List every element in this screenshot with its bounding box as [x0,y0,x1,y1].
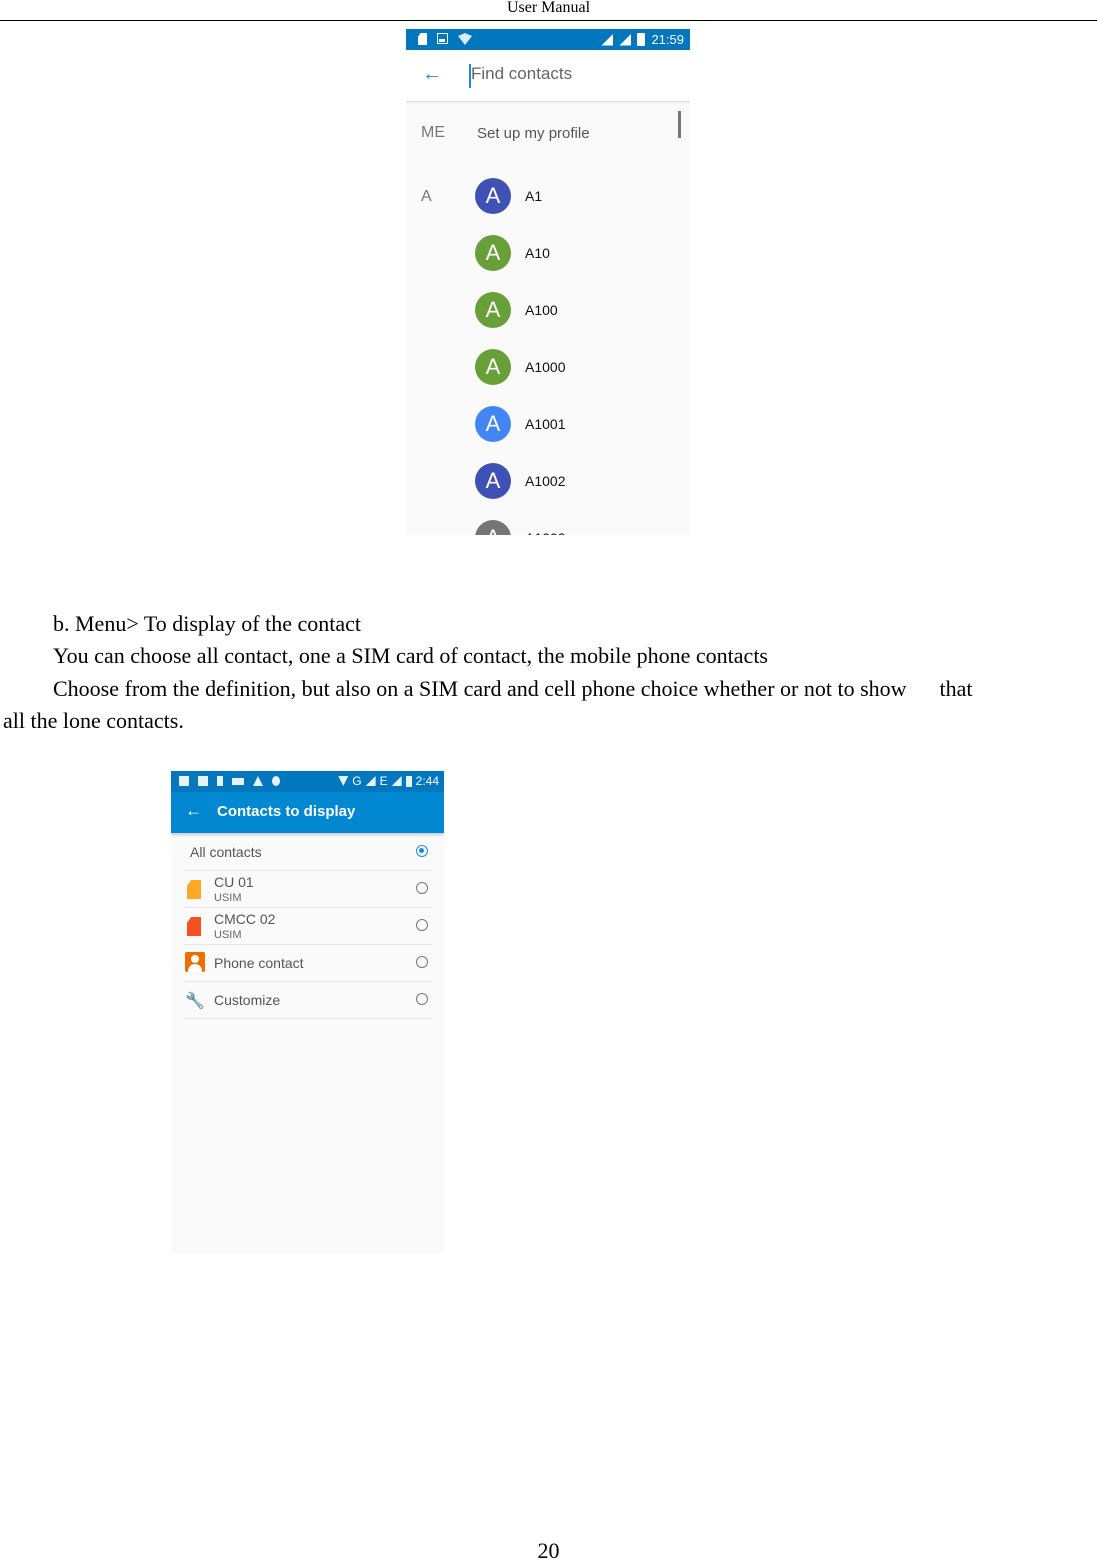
paragraph-line-2: Choose from the definition, but also on … [53,676,973,701]
set-up-profile-link[interactable]: Set up my profile [477,125,590,142]
sd-card-icon [418,33,427,45]
option-label: All contacts [190,844,262,860]
contact-item[interactable]: A A1002 [475,463,565,499]
contact-item[interactable]: A A1 [475,178,542,214]
battery-icon [405,775,412,787]
page-title: Contacts to display [217,803,356,820]
avatar: A [475,406,511,442]
contact-item[interactable]: A A1003 [475,520,565,535]
option-cu01[interactable]: CU 01 USIM [184,871,432,908]
option-all-contacts[interactable]: All contacts [184,834,432,871]
sim-card-icon [187,917,201,936]
section-letter-a: A [421,188,432,205]
status-bar: G E 2:44 [171,771,444,792]
header-title-right: Manual [541,0,591,16]
contacts-list-screenshot: 21:59 ← Find contacts ME Set up my profi… [406,29,690,535]
radio-unselected[interactable] [416,919,428,931]
option-customize[interactable]: 🔧 Customize [184,982,432,1019]
image-icon [437,33,448,44]
signal-icon [601,33,614,46]
status-bar: 21:59 [406,29,690,50]
contact-name: A10 [525,245,550,261]
contact-name: A1000 [525,359,566,375]
back-arrow-icon[interactable]: ← [185,801,202,821]
wifi-icon [338,776,349,786]
radio-unselected[interactable] [416,882,428,894]
phone-contact-icon [185,952,205,972]
status-time: 21:59 [651,32,684,47]
option-cmcc02[interactable]: CMCC 02 USIM [184,908,432,945]
mail-icon [198,776,208,786]
avatar: A [475,463,511,499]
signal-icon-2 [391,776,402,786]
usb-icon [217,776,223,786]
avatar: A [475,178,511,214]
network-type-g: G [352,774,362,788]
page-number: 20 [537,1538,560,1563]
wifi-icon [458,33,472,45]
option-label: CU 01 [214,874,254,890]
image-icon [179,776,189,786]
contact-name: A1001 [525,416,566,432]
header-title-left: User [506,0,538,16]
battery-charging-icon [637,33,646,46]
option-label: Phone contact [214,955,304,971]
contact-name: A100 [525,302,558,318]
search-input[interactable]: Find contacts [471,64,572,84]
radio-unselected[interactable] [416,993,428,1005]
section-heading: b. Menu> To display of the contact [53,611,362,636]
radio-selected[interactable] [416,845,428,857]
radio-unselected[interactable] [416,956,428,968]
avatar: A [475,235,511,271]
signal-icon [365,776,376,786]
android-icon [272,776,280,786]
me-section-label: ME [421,124,445,141]
warning-icon [253,776,263,786]
avatar: A [475,349,511,385]
search-bar[interactable]: ← Find contacts [406,50,690,102]
contact-name: A1 [525,188,543,204]
option-label: CMCC 02 [214,911,276,927]
option-label: Customize [214,992,281,1008]
sim-card-icon [187,880,201,899]
paragraph-line-3: all the lone contacts. [3,708,184,733]
page-header: User Manual [0,0,1097,21]
contact-name: A1003 [525,530,565,535]
signal-icon-2 [619,33,632,46]
contact-item[interactable]: A A10 [475,235,550,271]
contacts-to-display-screenshot: G E 2:44 ← Contacts to display All conta… [171,771,444,1254]
option-phone-contact[interactable]: Phone contact [184,945,432,982]
scrollbar[interactable] [678,111,681,138]
wrench-icon: 🔧 [185,993,205,1010]
back-arrow-icon[interactable]: ← [422,63,442,86]
avatar: A [475,520,511,535]
contact-name: A1002 [525,473,566,489]
app-bar: ← Contacts to display [171,792,444,833]
status-time: 2:44 [415,774,439,788]
avatar: A [475,292,511,328]
contact-item[interactable]: A A1001 [475,406,565,442]
option-sublabel: USIM [214,929,242,941]
contact-item[interactable]: A A1000 [475,349,565,385]
contact-item[interactable]: A A100 [475,292,558,328]
network-type-e: E [379,774,388,788]
battery-saver-icon [232,778,244,785]
paragraph-line-1: You can choose all contact, one a SIM ca… [53,643,768,668]
option-sublabel: USIM [214,892,242,904]
